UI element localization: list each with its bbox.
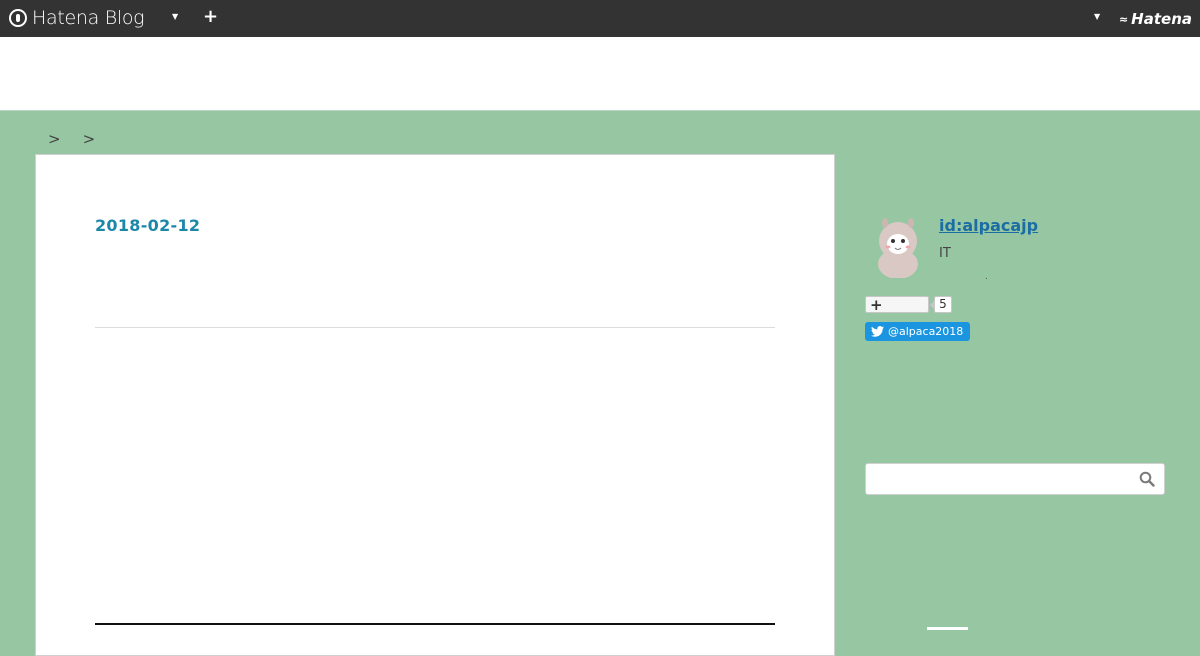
hatena-blog-logo[interactable]: Hatena Blog (9, 7, 145, 29)
breadcrumb: > > (34, 130, 103, 148)
search-input[interactable] (866, 464, 1136, 494)
profile-user-id-link[interactable]: id:alpacajp (939, 216, 1038, 235)
hatena-link[interactable]: ≈ Hatena (1119, 10, 1192, 28)
article-date[interactable]: 2018-02-12 (95, 216, 200, 235)
breadcrumb-link-home[interactable] (34, 130, 40, 144)
global-header: Hatena Blog ▼ + ▼ ≈ Hatena (0, 0, 1200, 37)
breadcrumb-separator: > (48, 130, 61, 148)
breadcrumb-link-category[interactable] (69, 130, 75, 144)
follow-button-label: + (870, 295, 883, 314)
blog-menu-chevron-down-icon[interactable]: ▼ (172, 12, 178, 21)
twitter-handle: @alpaca2018 (888, 325, 964, 338)
follow-widget: + 5 (865, 295, 952, 314)
hatena-link-label: Hatena (1131, 10, 1192, 28)
hatena-blog-logo-text: Hatena Blog (32, 7, 145, 29)
user-menu-chevron-down-icon[interactable]: ▼ (1094, 12, 1100, 21)
search-form (865, 463, 1165, 495)
article-horizontal-rule (95, 623, 775, 625)
profile-description: IT (939, 246, 951, 261)
twitter-follow-button[interactable]: @alpaca2018 (865, 322, 971, 341)
hatena-blog-logo-icon (9, 9, 27, 27)
follow-button[interactable]: + (865, 295, 929, 314)
follower-count-badge: 5 (930, 296, 952, 313)
search-icon[interactable] (1139, 471, 1155, 487)
breadcrumb-separator: > (82, 130, 96, 148)
new-post-button[interactable]: + (203, 7, 218, 27)
alpaca-avatar[interactable] (875, 216, 921, 278)
twitter-bird-icon (871, 326, 884, 337)
blog-header-banner (0, 37, 1200, 111)
article-divider (95, 327, 775, 328)
profile-note: . (985, 272, 988, 282)
article-main: 2018-02-12 (35, 154, 835, 656)
hatena-logo-icon: ≈ (1118, 12, 1129, 26)
